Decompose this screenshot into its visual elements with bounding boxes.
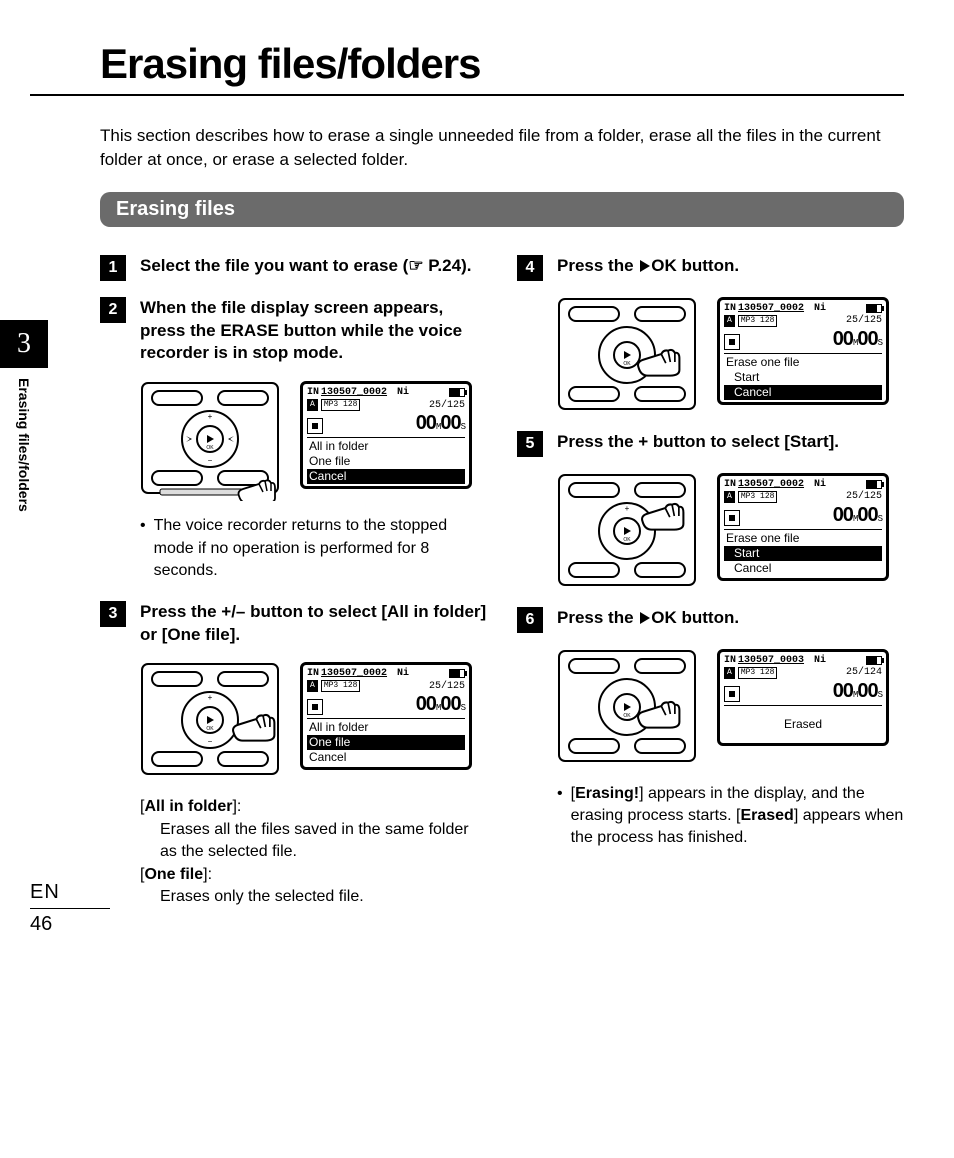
- figure-step4: OK IN130507_0002 Ni AMP3 12825/125 00M00…: [557, 297, 904, 417]
- svg-text:−: −: [208, 737, 213, 746]
- step-text: Press the +/– button to select [All in f…: [140, 601, 487, 647]
- step-5: 5 Press the + button to select [Start].: [517, 431, 904, 457]
- step-number: 3: [100, 601, 126, 627]
- sidebar-tab: 3 Erasing files/folders: [0, 320, 48, 512]
- device-illustration: OK +: [557, 473, 697, 593]
- step-text: When the file display screen appears, pr…: [140, 297, 487, 366]
- step-text: Press the + button to select [Start].: [557, 431, 839, 457]
- device-illustration: OK + −: [140, 381, 280, 501]
- device-illustration: OK + −: [140, 662, 280, 782]
- figure-step2: OK + − IN130507_0002 Ni AMP3 12825/125 0…: [140, 381, 487, 501]
- right-column: 4 Press the OK button. OK: [517, 255, 904, 927]
- step-text: Select the file you want to erase (☞ P.2…: [140, 255, 471, 281]
- figure-step3: OK + − IN130507_0002 Ni AMP3 12825/125 0…: [140, 662, 487, 782]
- figure-step5: OK + IN130507_0002 Ni AMP3 12825/125 00M…: [557, 473, 904, 593]
- intro-text: This section describes how to erase a si…: [100, 124, 904, 172]
- device-illustration: OK: [557, 649, 697, 769]
- svg-text:OK: OK: [623, 537, 631, 543]
- page-number: 46: [30, 913, 110, 936]
- note-step2: •The voice recorder returns to the stopp…: [140, 515, 487, 582]
- chapter-label: Erasing files/folders: [16, 378, 32, 512]
- step-6: 6 Press the OK button.: [517, 607, 904, 633]
- lcd-screen: IN130507_0002 Ni AMP3 12825/125 00M00S A…: [300, 662, 472, 770]
- lcd-screen: IN130507_0002 Ni AMP3 12825/125 00M00S A…: [300, 381, 472, 489]
- note-step6: • [Erasing!] appears in the display, and…: [557, 783, 904, 850]
- svg-text:−: −: [208, 456, 213, 465]
- left-column: 1 Select the file you want to erase (☞ P…: [100, 255, 487, 927]
- step-number: 4: [517, 255, 543, 281]
- lcd-screen: IN130507_0002 Ni AMP3 12825/125 00M00S E…: [717, 297, 889, 405]
- step-1: 1 Select the file you want to erase (☞ P…: [100, 255, 487, 281]
- figure-step6: OK IN130507_0003 Ni AMP3 12825/124 00M00…: [557, 649, 904, 769]
- play-icon: [640, 612, 650, 624]
- lcd-screen: IN130507_0002 Ni AMP3 12825/125 00M00S E…: [717, 473, 889, 581]
- play-icon: [640, 260, 650, 272]
- step-number: 5: [517, 431, 543, 457]
- lcd-menu: All in folder One file Cancel: [307, 439, 465, 484]
- step-text: Press the OK button.: [557, 607, 739, 633]
- svg-text:OK: OK: [206, 726, 214, 732]
- chapter-number: 3: [0, 320, 48, 368]
- device-illustration: OK: [557, 297, 697, 417]
- step-3: 3 Press the +/– button to select [All in…: [100, 601, 487, 647]
- step-number: 1: [100, 255, 126, 281]
- lcd-screen: IN130507_0003 Ni AMP3 12825/124 00M00S E…: [717, 649, 889, 746]
- svg-text:OK: OK: [623, 361, 631, 367]
- page-title: Erasing files/folders: [100, 40, 904, 88]
- page-footer: EN 46: [30, 881, 110, 936]
- svg-text:+: +: [208, 412, 213, 421]
- svg-text:OK: OK: [206, 445, 214, 451]
- svg-text:+: +: [625, 504, 630, 513]
- step-number: 2: [100, 297, 126, 323]
- language-code: EN: [30, 881, 110, 904]
- title-rule: [30, 94, 904, 96]
- step-4: 4 Press the OK button.: [517, 255, 904, 281]
- step-2: 2 When the file display screen appears, …: [100, 297, 487, 366]
- section-heading: Erasing files: [100, 192, 904, 227]
- step-number: 6: [517, 607, 543, 633]
- definitions: [All in folder]: Erases all the files sa…: [140, 796, 487, 908]
- svg-text:OK: OK: [623, 713, 631, 719]
- svg-text:+: +: [208, 693, 213, 702]
- step-text: Press the OK button.: [557, 255, 739, 281]
